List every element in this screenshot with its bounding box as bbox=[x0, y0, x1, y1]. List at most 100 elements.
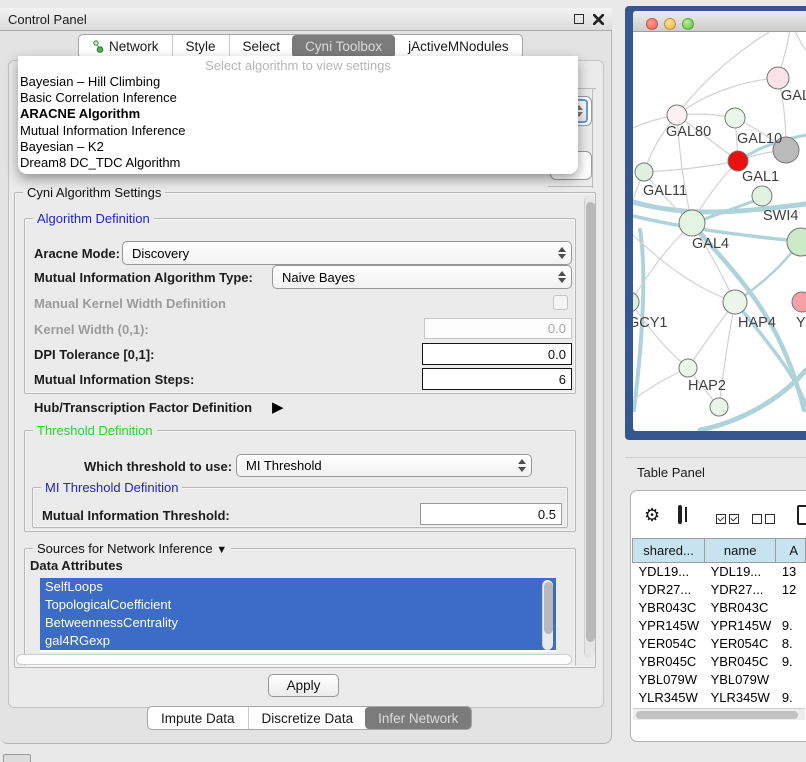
node-table[interactable]: shared... name A YDL19...YDL19...13 YDR2… bbox=[632, 538, 806, 708]
tab-jactivemnodules[interactable]: jActiveMNodules bbox=[395, 35, 522, 58]
manual-kernel-width-label: Manual Kernel Width Definition bbox=[34, 296, 226, 311]
close-icon[interactable] bbox=[593, 14, 604, 25]
collapsed-panel-button[interactable] bbox=[3, 754, 31, 762]
which-threshold-value: MI Threshold bbox=[246, 458, 322, 473]
tab-style[interactable]: Style bbox=[172, 35, 229, 58]
dropdown-item[interactable]: Bayesian – Hill Climbing bbox=[18, 74, 578, 90]
list-item[interactable]: TopologicalCoefficient bbox=[40, 596, 556, 614]
attributes-scrollbar[interactable] bbox=[542, 580, 553, 650]
node-gal10[interactable] bbox=[725, 108, 745, 128]
group-title: MI Threshold Definition bbox=[41, 480, 182, 495]
control-panel-titlebar: Control Panel bbox=[0, 8, 612, 31]
tab-select[interactable]: Select bbox=[229, 35, 294, 58]
node-hap4[interactable] bbox=[723, 290, 747, 314]
dropdown-item[interactable]: Dream8 DC_TDC Algorithm bbox=[18, 155, 578, 171]
node[interactable] bbox=[787, 228, 806, 256]
float-window-icon[interactable] bbox=[574, 14, 584, 24]
node-label: GAL4 bbox=[692, 236, 729, 252]
collapse-arrow-icon[interactable]: ▼ bbox=[216, 544, 227, 556]
group-line-fragment bbox=[548, 186, 592, 187]
table-row[interactable]: YBR045CYBR045C9. bbox=[633, 653, 806, 671]
network-window-titlebar[interactable] bbox=[633, 11, 806, 32]
mi-steps-field[interactable]: 6 bbox=[422, 368, 572, 390]
settings-hscrollbar[interactable] bbox=[16, 654, 572, 665]
which-threshold-select[interactable]: MI Threshold bbox=[236, 454, 532, 477]
table-row[interactable]: YBR043CYBR043C bbox=[633, 599, 806, 617]
node-gal11[interactable] bbox=[635, 163, 653, 181]
network-view-window[interactable]: GAL GAL80 GAL10 GAL1 GAL11 SWI4 GAL4 GCY… bbox=[625, 6, 806, 440]
hub-definition-label: Hub/Transcription Factor Definition bbox=[34, 400, 252, 415]
gear-icon[interactable]: ⚙ bbox=[644, 506, 660, 524]
table-hscrollbar[interactable] bbox=[633, 708, 805, 720]
network-canvas[interactable]: GAL GAL80 GAL10 GAL1 GAL11 SWI4 GAL4 GCY… bbox=[633, 11, 806, 431]
group-title: Cyni Algorithm Settings bbox=[23, 185, 165, 200]
page-icon[interactable] bbox=[797, 505, 806, 525]
kernel-width-value: 0.0 bbox=[548, 321, 566, 336]
column-header[interactable]: A bbox=[776, 539, 806, 563]
node-label: SWI4 bbox=[763, 208, 798, 224]
node-label: HAP4 bbox=[738, 315, 776, 331]
node-gal80[interactable] bbox=[667, 105, 687, 125]
table-header-row: shared... name A bbox=[633, 539, 806, 563]
node-gal[interactable] bbox=[767, 67, 789, 89]
chevron-up-down-icon bbox=[552, 242, 571, 264]
network-icon bbox=[92, 40, 104, 53]
tab-discretize-data[interactable]: Discretize Data bbox=[248, 707, 367, 729]
node-label: GAL11 bbox=[643, 183, 687, 199]
node[interactable] bbox=[710, 398, 728, 416]
mi-steps-label: Mutual Information Steps: bbox=[34, 372, 194, 387]
expand-arrow-icon[interactable]: ▶ bbox=[272, 398, 284, 416]
dropdown-item-selected[interactable]: ARACNE Algorithm bbox=[18, 106, 578, 122]
aracne-mode-select[interactable]: Discovery bbox=[122, 241, 572, 265]
column-header[interactable]: shared... bbox=[633, 539, 705, 563]
tab-infer-network[interactable]: Infer Network bbox=[365, 707, 471, 729]
node-gal4[interactable] bbox=[679, 210, 705, 236]
column-header[interactable]: name bbox=[705, 539, 776, 563]
table-row[interactable]: YPR145WYPR145W9. bbox=[633, 617, 806, 635]
dpi-tolerance-field[interactable]: 0.0 bbox=[422, 343, 572, 365]
chevron-up-down-icon bbox=[552, 266, 571, 288]
node-hap2[interactable] bbox=[679, 359, 697, 377]
manual-kernel-width-checkbox[interactable] bbox=[553, 295, 568, 310]
node-gal1[interactable] bbox=[728, 151, 748, 171]
split-columns-icon[interactable] bbox=[678, 505, 682, 524]
node-label: Y bbox=[796, 315, 806, 331]
node-gcy1[interactable] bbox=[633, 292, 639, 312]
unchecked-pair-icon[interactable] bbox=[752, 512, 775, 527]
dropdown-item[interactable]: Mutual Information Inference bbox=[18, 123, 578, 139]
group-title: Algorithm Definition bbox=[33, 211, 154, 226]
settings-scrollbar[interactable] bbox=[584, 196, 595, 658]
close-traffic-light[interactable] bbox=[646, 18, 658, 30]
minimize-traffic-light[interactable] bbox=[664, 18, 676, 30]
node-label: HAP2 bbox=[688, 378, 726, 394]
zoom-traffic-light[interactable] bbox=[682, 18, 694, 30]
mi-threshold-value: 0.5 bbox=[538, 507, 556, 522]
table-row[interactable]: YDR27...YDR27...12 bbox=[633, 581, 806, 599]
table-row[interactable]: YER054CYER054C8. bbox=[633, 635, 806, 653]
dropdown-item[interactable]: Basic Correlation Inference bbox=[18, 90, 578, 106]
table-panel-title: Table Panel bbox=[637, 465, 705, 480]
bottom-tabbar: Impute Data Discretize Data Infer Networ… bbox=[147, 706, 472, 730]
kernel-width-field[interactable]: 0.0 bbox=[424, 318, 572, 339]
node-swi4[interactable] bbox=[752, 186, 772, 206]
table-row[interactable]: YBL079WYBL079W bbox=[633, 671, 806, 689]
list-item[interactable]: gal4RGexp bbox=[40, 632, 556, 650]
table-row[interactable]: YLR345WYLR345W9. bbox=[633, 689, 806, 707]
dropdown-item[interactable]: Bayesian – K2 bbox=[18, 139, 578, 155]
apply-button[interactable]: Apply bbox=[268, 674, 339, 697]
aracne-mode-value: Discovery bbox=[132, 246, 189, 261]
group-title: Sources for Network Inference ▼ bbox=[33, 541, 231, 556]
list-item[interactable]: SelfLoops bbox=[40, 578, 556, 596]
tab-impute-data[interactable]: Impute Data bbox=[148, 707, 248, 729]
data-attributes-list[interactable]: SelfLoops TopologicalCoefficient Between… bbox=[40, 578, 556, 652]
mi-type-label: Mutual Information Algorithm Type: bbox=[34, 270, 253, 285]
tab-network[interactable]: Network bbox=[79, 35, 172, 58]
node-y[interactable] bbox=[792, 292, 806, 312]
mi-threshold-field[interactable]: 0.5 bbox=[420, 503, 562, 525]
list-item[interactable]: BetweennessCentrality bbox=[40, 614, 556, 632]
table-row[interactable]: YDL19...YDL19...13 bbox=[633, 563, 806, 581]
tab-cyni-toolbox[interactable]: Cyni Toolbox bbox=[292, 35, 395, 58]
node-label: GAL1 bbox=[742, 169, 779, 185]
checked-pair-icon[interactable] bbox=[716, 512, 739, 527]
mi-algorithm-type-select[interactable]: Naive Bayes bbox=[272, 265, 572, 289]
